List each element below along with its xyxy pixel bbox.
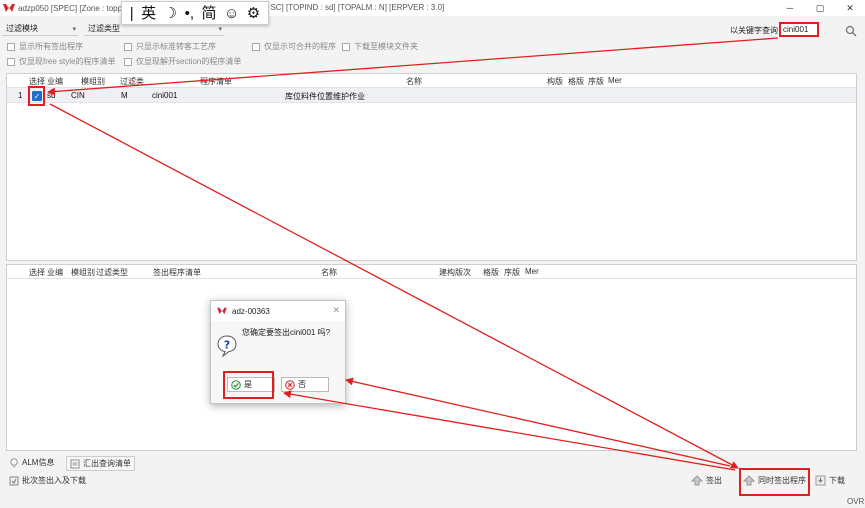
arrow-checkout-to-yes bbox=[283, 390, 736, 471]
annotation-arrows bbox=[47, 37, 779, 471]
arrow-checkbox-to-checkout bbox=[49, 103, 739, 469]
arrow-keyword-to-checkbox bbox=[47, 37, 779, 96]
arrow-checkout-to-dialog bbox=[345, 377, 731, 467]
